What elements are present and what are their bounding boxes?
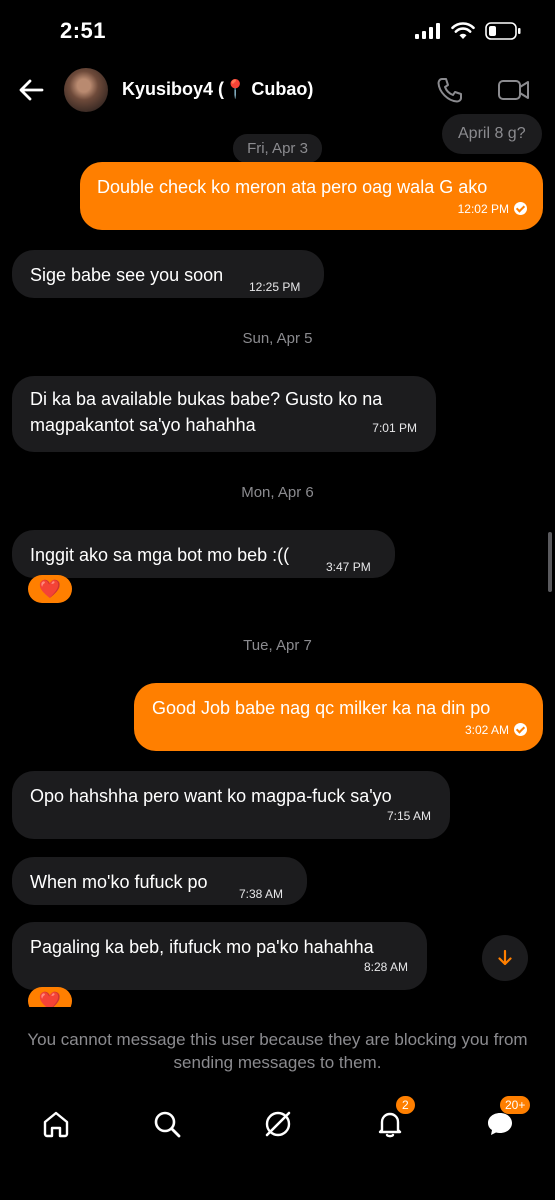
arrow-down-icon — [498, 949, 512, 966]
search-icon — [154, 1111, 181, 1138]
message-count-badge: 20+ — [500, 1096, 531, 1114]
nav-explore[interactable] — [256, 1102, 300, 1146]
contact-name[interactable]: Kyusiboy4 (📍 Cubao) — [122, 79, 313, 100]
message-time: 12:25 PM — [249, 280, 301, 294]
message-outgoing[interactable]: Good Job babe nag qc milker ka na din po… — [134, 683, 543, 751]
message-outgoing[interactable]: Double check ko meron ata pero oag wala … — [80, 162, 543, 230]
nav-home[interactable] — [34, 1102, 78, 1146]
message-time: 3:47 PM — [326, 560, 371, 574]
message-time: 3:02 AM — [465, 717, 527, 743]
message-time: 7:01 PM — [372, 421, 417, 435]
read-check-icon — [514, 202, 527, 215]
nav-search[interactable] — [145, 1102, 189, 1146]
avatar[interactable] — [64, 68, 108, 112]
heart-reaction[interactable]: ❤️ — [28, 987, 72, 1007]
battery-icon — [485, 22, 521, 40]
blocked-notice: You cannot message this user because the… — [27, 1030, 528, 1072]
message-incoming[interactable]: Opo hahshha pero want ko magpa-fuck sa'y… — [12, 771, 450, 839]
video-camera-icon — [498, 80, 529, 100]
call-button[interactable] — [434, 74, 466, 106]
date-separator: Mon, Apr 6 — [241, 484, 314, 501]
nav-notifications[interactable]: 2 — [368, 1096, 415, 1146]
message-incoming[interactable]: Pagaling ka beb, ifufuck mo pa'ko hahahh… — [12, 922, 427, 990]
bell-icon — [378, 1112, 402, 1138]
message-text: Double check ko meron ata pero oag wala … — [97, 177, 488, 197]
message-text: Di ka ba available bukas babe? Gusto ko … — [30, 389, 383, 435]
home-icon — [43, 1111, 69, 1138]
message-incoming[interactable]: Sige babe see you soon 12:25 PM — [12, 250, 324, 298]
explore-icon — [265, 1111, 291, 1137]
reaction-clip: ❤️ — [28, 987, 74, 1007]
message-text: Pagaling ka beb, ifufuck mo pa'ko hahahh… — [30, 937, 374, 957]
message-text: When mo'ko fufuck po — [30, 872, 208, 892]
message-text: Opo hahshha pero want ko magpa-fuck sa'y… — [30, 786, 392, 806]
nav-messages[interactable]: 20+ — [478, 1096, 531, 1146]
date-separator: Tue, Apr 7 — [243, 637, 312, 654]
date-separator: Fri, Apr 3 — [0, 134, 555, 163]
arrow-left-icon — [19, 79, 44, 101]
scroll-to-bottom-button[interactable] — [482, 935, 528, 981]
scrollbar[interactable] — [548, 532, 552, 592]
back-button[interactable] — [16, 76, 48, 104]
phone-icon — [437, 78, 462, 103]
video-call-button[interactable] — [496, 74, 532, 106]
read-check-icon — [514, 723, 527, 736]
date-label: Fri, Apr 3 — [233, 134, 322, 163]
message-incoming[interactable]: Di ka ba available bukas babe? Gusto ko … — [12, 376, 436, 452]
message-text: Sige babe see you soon — [30, 265, 224, 285]
message-time: 7:15 AM — [386, 809, 431, 823]
notification-count-badge: 2 — [396, 1096, 415, 1114]
signal-icon — [415, 23, 440, 39]
status-icons — [415, 22, 521, 40]
date-separator: Sun, Apr 5 — [242, 330, 313, 347]
message-text: Inggit ako sa mga bot mo beb :(( — [30, 545, 290, 565]
heart-reaction[interactable]: ❤️ — [28, 575, 72, 603]
message-time: 8:28 AM — [363, 960, 408, 974]
message-text: Good Job babe nag qc milker ka na din po — [152, 698, 491, 718]
status-time: 2:51 — [60, 18, 107, 43]
message-time: 7:38 AM — [239, 887, 284, 901]
wifi-icon — [451, 22, 475, 39]
message-time: 12:02 PM — [458, 196, 527, 222]
message-incoming[interactable]: When mo'ko fufuck po 7:38 AM — [12, 857, 307, 905]
message-incoming[interactable]: Inggit ako sa mga bot mo beb :(( 3:47 PM — [12, 530, 395, 578]
